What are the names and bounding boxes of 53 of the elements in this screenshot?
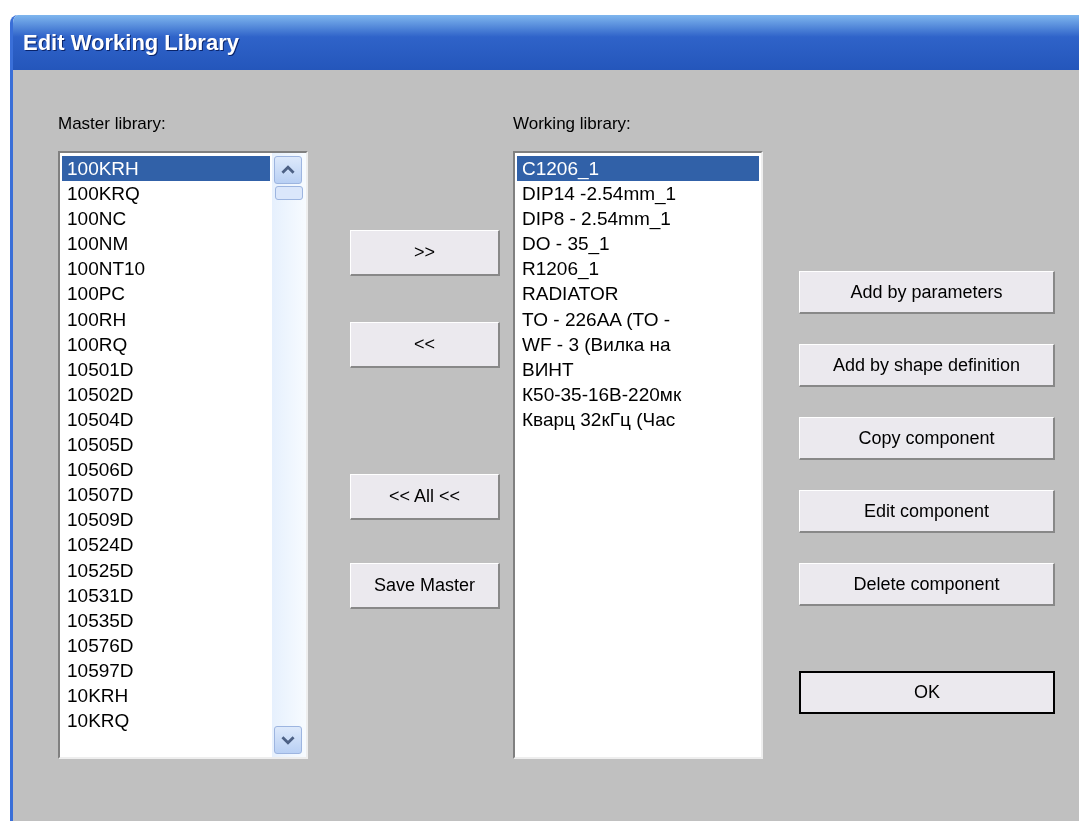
- list-box[interactable]: 100KRH 100KRQ 100NC 100NM 100NT10 100PC 100RH 100RQ 10501D 10502D 10504D 10505D 10506D 10507D 10509D 10524D 10525D 10531D 10535D 10576D 10597D 10KRH 10KRQ: [58, 151, 308, 759]
- scrollbar[interactable]: [272, 153, 306, 757]
- list-item[interactable]: 10KRH: [62, 682, 270, 709]
- scroll-up-icon[interactable]: [274, 156, 302, 184]
- list-item[interactable]: 10531D: [62, 582, 270, 608]
- list-item[interactable]: 100RH: [62, 306, 270, 332]
- list-item[interactable]: 100KRH: [62, 156, 270, 182]
- list-item[interactable]: 100NM: [62, 231, 270, 257]
- action-button[interactable]: OK: [799, 671, 1055, 714]
- list-item[interactable]: 100NC: [62, 206, 270, 232]
- list-item[interactable]: TO - 226AA (TO -: [517, 306, 759, 332]
- list-item[interactable]: C1206_1: [517, 156, 759, 182]
- list-item[interactable]: 10506D: [62, 457, 270, 483]
- scroll-thumb[interactable]: [275, 186, 303, 200]
- list-item[interactable]: 10525D: [62, 557, 270, 583]
- list-item[interactable]: 10597D: [62, 657, 270, 683]
- transfer-button[interactable]: << All <<: [350, 474, 500, 520]
- action-button[interactable]: Delete component: [799, 563, 1055, 606]
- list-item[interactable]: 10507D: [62, 482, 270, 508]
- list-item[interactable]: DIP14 -2.54mm_1: [517, 181, 759, 207]
- list-item[interactable]: DIP8 - 2.54mm_1: [517, 206, 759, 232]
- list-item[interactable]: 10504D: [62, 406, 270, 433]
- action-button[interactable]: Edit component: [799, 490, 1055, 533]
- transfer-button[interactable]: Save Master: [350, 563, 500, 609]
- window-title: Edit Working Library: [23, 29, 239, 56]
- list-item[interactable]: 10535D: [62, 607, 270, 633]
- list-item[interactable]: 100PC: [62, 281, 270, 307]
- list-item[interactable]: 100RQ: [62, 331, 270, 357]
- transfer-button[interactable]: <<: [350, 322, 500, 368]
- list-item[interactable]: К50-35-16В-220мк: [517, 381, 759, 407]
- list-item[interactable]: 10524D: [62, 532, 270, 558]
- list-item[interactable]: 100KRQ: [62, 181, 270, 207]
- list-label: Master library:: [58, 114, 167, 135]
- transfer-button[interactable]: >>: [350, 230, 500, 276]
- list-item[interactable]: WF - 3 (Вилка на: [517, 331, 759, 357]
- list-item[interactable]: Кварц 32кГц (Час: [517, 406, 759, 433]
- list-box[interactable]: C1206_1 DIP14 -2.54mm_1 DIP8 - 2.54mm_1 DO - 35_1 R1206_1 RADIATOR TO - 226AA (TO - WF - 3 (Вилка на ВИНТ К50-35-16В-220мк Кварц 32кГц (Час: [513, 151, 763, 759]
- list-item[interactable]: 10502D: [62, 381, 270, 407]
- list-item[interactable]: 10505D: [62, 432, 270, 458]
- list-item[interactable]: R1206_1: [517, 256, 759, 282]
- scroll-down-icon[interactable]: [274, 726, 302, 754]
- list-item[interactable]: 100NT10: [62, 256, 270, 282]
- list-item[interactable]: RADIATOR: [517, 281, 759, 307]
- list-item[interactable]: DO - 35_1: [517, 231, 759, 257]
- list-item[interactable]: 10509D: [62, 507, 270, 533]
- list-item[interactable]: 10576D: [62, 632, 270, 658]
- action-button[interactable]: Add by shape definition: [799, 344, 1055, 387]
- list-item[interactable]: 10501D: [62, 356, 270, 382]
- list-label: Working library:: [513, 114, 632, 135]
- list-item[interactable]: 10KRQ: [62, 708, 270, 734]
- action-button[interactable]: Copy component: [799, 417, 1055, 460]
- list-item[interactable]: ВИНТ: [517, 356, 759, 382]
- action-button[interactable]: Add by parameters: [799, 271, 1055, 314]
